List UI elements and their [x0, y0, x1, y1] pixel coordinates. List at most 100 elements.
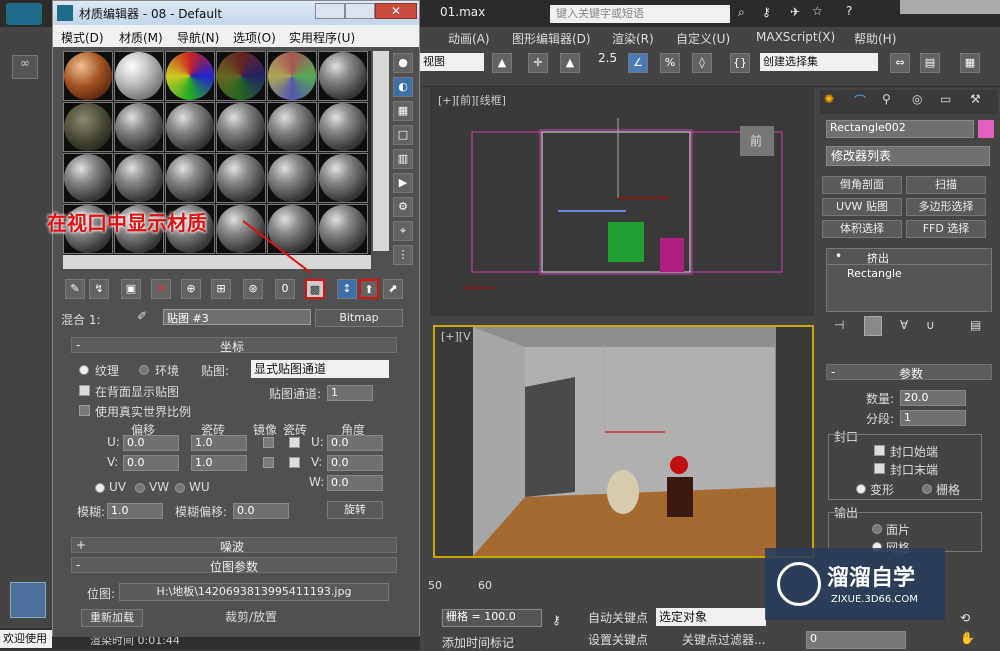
mapping-dropdown[interactable]: 显式贴图通道 — [251, 360, 389, 378]
uvw-map-button[interactable]: UVW 贴图 — [822, 198, 902, 216]
reload-button[interactable]: 重新加载 — [81, 609, 143, 627]
put-to-library-icon[interactable]: ⊛ — [243, 279, 263, 299]
bitmap-path-button[interactable]: H:\地板\1420693813995411193.jpg — [119, 583, 389, 601]
spinner-snap-icon[interactable]: ◊ — [692, 53, 712, 73]
params-rollup-header[interactable]: - 参数 — [826, 364, 992, 381]
align-icon[interactable]: ▤ — [920, 53, 940, 73]
u-tiling-spinner[interactable]: 1.0 — [191, 435, 247, 451]
minimize-button[interactable] — [315, 3, 345, 19]
orbit-icon[interactable]: ⟲ — [960, 611, 970, 625]
pivot-icon[interactable]: ▲ — [492, 53, 512, 73]
link-icon[interactable]: ∞ — [12, 55, 38, 79]
uv-tiling-icon[interactable]: □ — [393, 125, 413, 145]
key-icon[interactable]: ⚷ — [762, 5, 771, 19]
window-controls[interactable] — [900, 0, 1000, 14]
material-slot[interactable] — [216, 51, 266, 101]
material-slot[interactable] — [165, 102, 215, 152]
search-input[interactable]: 键入关键字或短语 — [550, 5, 730, 23]
u-offset-spinner[interactable]: 0.0 — [123, 435, 179, 451]
menu-rendering[interactable]: 渲染(R) — [612, 30, 654, 47]
move-icon[interactable]: ✛ — [528, 53, 548, 73]
material-slot[interactable] — [318, 204, 368, 254]
texture-radio[interactable] — [79, 365, 89, 375]
show-map-on-back-checkbox[interactable] — [79, 385, 90, 396]
material-slot[interactable] — [165, 153, 215, 203]
w-angle-spinner[interactable]: 0.0 — [327, 475, 383, 491]
coords-rollup-header[interactable]: - 坐标 — [71, 337, 397, 354]
mat-menu-options[interactable]: 选项(O) — [233, 29, 276, 46]
v-mirror-checkbox[interactable] — [263, 457, 274, 468]
material-slot[interactable] — [63, 102, 113, 152]
v-tiling-spinner[interactable]: 1.0 — [191, 455, 247, 471]
material-slot[interactable] — [267, 102, 317, 152]
make-unique-icon[interactable]: ∀ — [900, 318, 908, 332]
poly-select-button[interactable]: 多边形选择 — [906, 198, 986, 216]
slots-vertical-scrollbar[interactable] — [373, 51, 389, 251]
u-mirror-checkbox[interactable] — [263, 437, 274, 448]
u-angle-spinner[interactable]: 0.0 — [327, 435, 383, 451]
v-offset-spinner[interactable]: 0.0 — [123, 455, 179, 471]
pan-hand-icon[interactable]: ✋ — [960, 631, 975, 645]
menu-maxscript[interactable]: MAXScript(X) — [756, 30, 835, 44]
help-icon[interactable]: ? — [846, 4, 852, 18]
edit-named-sel-icon[interactable]: {} — [730, 53, 750, 73]
auto-key-button[interactable]: 自动关键点 — [588, 609, 648, 626]
options-icon[interactable]: ⚙ — [393, 197, 413, 217]
get-material-icon[interactable]: ✎ — [65, 279, 85, 299]
material-slot[interactable] — [216, 102, 266, 152]
percent-snap-icon[interactable]: % — [660, 53, 680, 73]
named-selection-dropdown[interactable]: 创建选择集 — [760, 53, 878, 71]
real-world-scale-checkbox[interactable] — [79, 405, 90, 416]
menu-animation[interactable]: 动画(A) — [448, 30, 490, 47]
material-slot[interactable] — [165, 51, 215, 101]
current-frame-field[interactable]: 0 — [806, 631, 906, 649]
material-slot[interactable] — [114, 51, 164, 101]
display-tab-icon[interactable]: ▭ — [940, 92, 951, 106]
patch-radio[interactable] — [872, 524, 882, 534]
object-name-field[interactable]: Rectangle002 — [826, 120, 974, 138]
create-tab-icon[interactable]: ✺ — [824, 92, 834, 106]
material-slot[interactable] — [318, 51, 368, 101]
make-unique-icon[interactable]: ⊞ — [211, 279, 231, 299]
mat-menu-material[interactable]: 材质(M) — [119, 29, 163, 46]
stack-item-rectangle[interactable]: Rectangle — [847, 267, 902, 280]
viewport-perspective[interactable]: [+][V — [433, 325, 814, 558]
lightbulb-icon[interactable]: • — [835, 249, 842, 263]
mat-menu-navigation[interactable]: 导航(N) — [177, 29, 219, 46]
binoculars-icon[interactable]: ⌕ — [738, 5, 745, 20]
material-slot[interactable] — [318, 102, 368, 152]
mirror-icon[interactable]: ⇔ — [890, 53, 910, 73]
stack-item-extrude[interactable]: • 挤出 — [827, 249, 991, 265]
viewport-front[interactable]: [+][前][线框] 前 — [430, 88, 814, 316]
sweep-button[interactable]: 扫描 — [906, 176, 986, 194]
material-slot[interactable] — [114, 102, 164, 152]
material-slot[interactable] — [216, 153, 266, 203]
menu-graph-editors[interactable]: 图形编辑器(D) — [512, 30, 591, 47]
uv-radio[interactable] — [95, 483, 105, 493]
utilities-tab-icon[interactable]: ⚒ — [970, 92, 981, 106]
sample-type-icon[interactable]: ● — [393, 53, 413, 73]
rotate-button[interactable]: 旋转 — [327, 501, 383, 519]
morph-radio[interactable] — [856, 484, 866, 494]
environ-radio[interactable] — [139, 365, 149, 375]
put-to-scene-icon[interactable]: ↯ — [89, 279, 109, 299]
make-preview-icon[interactable]: ▶ — [393, 173, 413, 193]
maximize-button[interactable] — [345, 3, 375, 19]
set-key-button[interactable]: 设置关键点 — [588, 631, 648, 648]
material-slot[interactable] — [267, 51, 317, 101]
go-forward-sibling-icon[interactable]: ⬈ — [383, 279, 403, 299]
reset-map-icon[interactable]: ✕ — [151, 279, 171, 299]
v-angle-spinner[interactable]: 0.0 — [327, 455, 383, 471]
wu-radio[interactable] — [175, 483, 185, 493]
key-filters-button[interactable]: 关键点过滤器... — [682, 631, 765, 648]
menu-help[interactable]: 帮助(H) — [854, 30, 896, 47]
vol-select-button[interactable]: 体积选择 — [822, 220, 902, 238]
video-color-check-icon[interactable]: ▥ — [393, 149, 413, 169]
configure-sets-icon[interactable]: ▤ — [970, 318, 981, 332]
cap-start-checkbox[interactable] — [874, 445, 885, 456]
grid-radio[interactable] — [922, 484, 932, 494]
object-color-swatch[interactable] — [978, 120, 994, 138]
background-icon[interactable]: ▦ — [393, 101, 413, 121]
angle-snap-icon[interactable]: ∠ — [628, 53, 648, 73]
key-filter-dropdown[interactable]: 选定对象 — [656, 608, 766, 626]
